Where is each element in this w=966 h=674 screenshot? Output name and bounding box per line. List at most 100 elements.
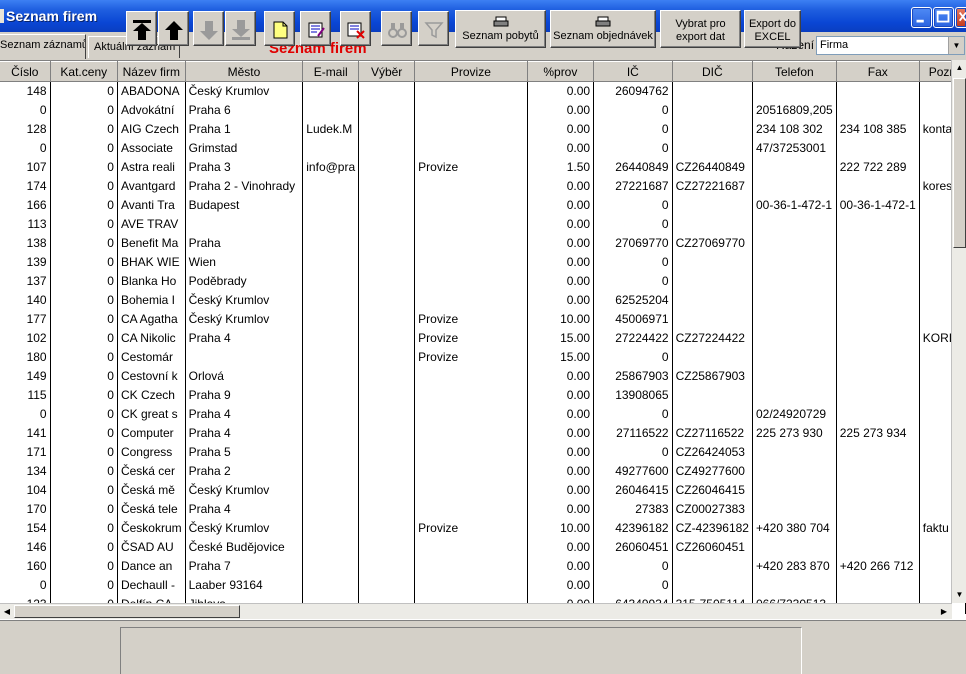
table-cell[interactable] [302, 291, 360, 310]
table-row[interactable]: 170 0 Česká tele Praha 4 0.00 27383 CZ00027383 [0, 500, 966, 519]
scroll-down-icon[interactable]: ▼ [953, 588, 966, 602]
table-cell[interactable] [414, 500, 528, 519]
table-cell[interactable] [672, 386, 753, 405]
table-cell[interactable]: CZ26046415 [672, 481, 753, 500]
table-cell[interactable]: Associate [117, 139, 186, 158]
table-cell[interactable]: Computer [117, 424, 186, 443]
table-cell[interactable]: 0 [50, 576, 118, 595]
table-cell[interactable]: 0.00 [527, 443, 595, 462]
vertical-scroll-thumb[interactable] [953, 78, 966, 248]
table-cell[interactable]: 0.00 [527, 481, 595, 500]
table-cell[interactable] [836, 139, 920, 158]
table-cell[interactable] [752, 576, 837, 595]
table-cell[interactable]: 180 [0, 348, 51, 367]
table-cell[interactable]: Avanti Tra [117, 196, 186, 215]
table-cell[interactable]: 137 [0, 272, 51, 291]
table-cell[interactable] [358, 81, 416, 101]
table-cell[interactable]: +420 283 870 [752, 557, 837, 576]
table-cell[interactable] [752, 538, 837, 557]
table-cell[interactable]: 25867903 [593, 367, 673, 386]
table-cell[interactable]: 0.00 [527, 215, 595, 234]
scroll-left-icon[interactable]: ◀ [1, 605, 13, 618]
maximize-button[interactable] [933, 7, 954, 28]
table-cell[interactable] [358, 576, 416, 595]
table-cell[interactable]: Cestomár [117, 348, 186, 367]
table-cell[interactable] [358, 177, 416, 196]
table-cell[interactable] [302, 424, 360, 443]
table-cell[interactable] [672, 291, 753, 310]
table-cell[interactable]: 0.00 [527, 120, 595, 139]
table-cell[interactable] [414, 557, 528, 576]
table-cell[interactable]: 171 [0, 443, 51, 462]
column-header[interactable]: Kat.ceny [50, 61, 118, 82]
new-record-button[interactable] [264, 11, 295, 46]
table-cell[interactable]: 115 [0, 386, 51, 405]
table-cell[interactable]: 26440849 [593, 158, 673, 177]
table-row[interactable]: 137 0 Blanka Ho Poděbrady 0.00 0 [0, 272, 966, 291]
table-cell[interactable]: Avantgard [117, 177, 186, 196]
table-cell[interactable] [302, 139, 360, 158]
table-cell[interactable] [752, 253, 837, 272]
table-cell[interactable] [836, 519, 920, 538]
table-cell[interactable] [358, 557, 416, 576]
table-cell[interactable] [414, 481, 528, 500]
filter-button[interactable] [418, 11, 449, 46]
table-cell[interactable] [414, 367, 528, 386]
table-cell[interactable] [358, 272, 416, 291]
table-cell[interactable]: 0 [0, 576, 51, 595]
table-cell[interactable] [302, 81, 360, 101]
table-cell[interactable] [302, 234, 360, 253]
table-cell[interactable]: CZ27221687 [672, 177, 753, 196]
table-cell[interactable]: Český Krumlov [185, 519, 304, 538]
previous-record-button[interactable] [158, 11, 189, 46]
close-button[interactable] [955, 7, 966, 28]
table-cell[interactable] [752, 462, 837, 481]
table-cell[interactable]: Budapest [185, 196, 304, 215]
table-cell[interactable] [302, 386, 360, 405]
table-cell[interactable] [672, 81, 753, 101]
table-cell[interactable]: Cestovní k [117, 367, 186, 386]
table-cell[interactable]: 0.00 [527, 557, 595, 576]
table-row[interactable]: 174 0 Avantgard Praha 2 - Vinohrady 0.00 2722… [0, 177, 966, 196]
table-cell[interactable]: CZ27069770 [672, 234, 753, 253]
table-cell[interactable]: 0.00 [527, 272, 595, 291]
table-cell[interactable]: CZ26060451 [672, 538, 753, 557]
table-cell[interactable]: 0.00 [527, 81, 595, 101]
column-header[interactable]: DIČ [672, 61, 753, 82]
table-cell[interactable]: 0 [0, 101, 51, 120]
table-cell[interactable]: 139 [0, 253, 51, 272]
table-cell[interactable]: 0.00 [527, 500, 595, 519]
table-cell[interactable] [836, 329, 920, 348]
table-cell[interactable]: 0 [50, 557, 118, 576]
table-cell[interactable]: Českokrum [117, 519, 186, 538]
table-cell[interactable]: 234 108 385 [836, 120, 920, 139]
table-cell[interactable] [414, 234, 528, 253]
next-record-button[interactable] [193, 11, 224, 46]
scroll-up-icon[interactable]: ▲ [953, 61, 966, 75]
table-cell[interactable]: CA Agatha [117, 310, 186, 329]
table-row[interactable]: 166 0 Avanti Tra Budapest 0.00 0 00-36-1-472-1… [0, 196, 966, 215]
table-cell[interactable]: 02/24920729 [752, 405, 837, 424]
column-header[interactable]: Číslo [0, 61, 51, 82]
table-cell[interactable] [302, 481, 360, 500]
table-row[interactable]: 107 0 Astra reali Praha 3 info@pra Provize 1.5… [0, 158, 966, 177]
table-cell[interactable] [185, 215, 304, 234]
table-cell[interactable]: Provize [414, 158, 528, 177]
table-cell[interactable]: Orlová [185, 367, 304, 386]
table-cell[interactable]: 0 [50, 272, 118, 291]
table-cell[interactable] [414, 253, 528, 272]
table-cell[interactable]: 0.00 [527, 101, 595, 120]
table-cell[interactable] [752, 81, 837, 101]
table-cell[interactable]: Astra reali [117, 158, 186, 177]
table-row[interactable]: 0 0 Advokátní Praha 6 0.00 0 20516809,205 [0, 101, 966, 120]
table-cell[interactable] [836, 500, 920, 519]
table-row[interactable]: 148 0 ABADONA Český Krumlov 0.00 26094762 [0, 81, 966, 101]
table-cell[interactable]: 222 722 289 [836, 158, 920, 177]
table-cell[interactable] [414, 139, 528, 158]
table-cell[interactable] [358, 120, 416, 139]
table-cell[interactable] [302, 576, 360, 595]
table-cell[interactable] [358, 367, 416, 386]
table-cell[interactable]: AVE TRAV [117, 215, 186, 234]
table-row[interactable]: 128 0 AIG Czech Praha 1 Ludek.M 0.00 0 234 108 … [0, 120, 966, 139]
table-cell[interactable]: Praha [185, 234, 304, 253]
